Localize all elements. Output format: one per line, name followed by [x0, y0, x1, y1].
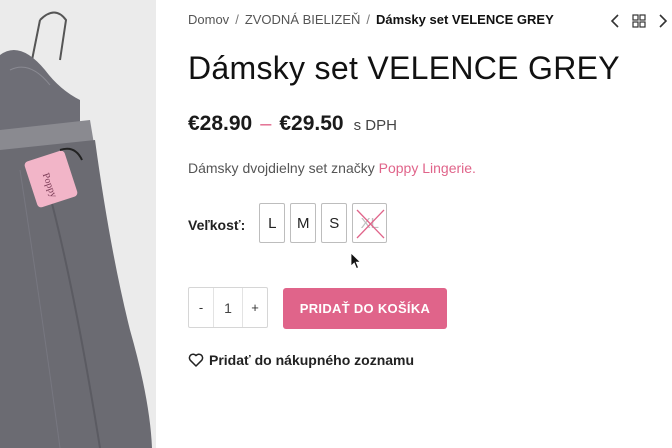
wishlist-label: Pridať do nákupného zoznamu: [209, 352, 415, 368]
add-to-wishlist-link[interactable]: Pridať do nákupného zoznamu: [188, 352, 414, 368]
price: €28.90 – €29.50 s DPH: [188, 112, 397, 136]
product-description: Dámsky dvojdielny set značky Poppy Linge…: [188, 160, 476, 176]
chevron-left-icon[interactable]: [605, 11, 625, 31]
brand-link[interactable]: Poppy Lingerie.: [379, 160, 476, 176]
description-text: Dámsky dvojdielny set značky: [188, 160, 375, 176]
price-min: €28.90: [188, 112, 253, 135]
size-selector: Veľkosť: L M S XL: [188, 203, 392, 243]
page-title: Dámsky set VELENCE GREY: [188, 50, 620, 86]
tax-note: s DPH: [353, 117, 397, 134]
breadcrumb-home-link[interactable]: Domov: [188, 12, 229, 27]
price-range-dash: –: [260, 113, 272, 135]
price-max: €29.50: [279, 112, 344, 135]
breadcrumb-separator: /: [235, 12, 239, 27]
quantity-decrease-button[interactable]: -: [189, 300, 213, 315]
breadcrumb-current: Dámsky set VELENCE GREY: [376, 12, 554, 27]
quantity-stepper: - 1 +: [188, 287, 268, 328]
breadcrumb-category-link[interactable]: ZVODNÁ BIELIZEŇ: [245, 12, 361, 27]
size-option-s[interactable]: S: [321, 203, 348, 243]
unavailable-cross-icon: [356, 209, 385, 239]
product-image[interactable]: Poppy: [0, 0, 156, 448]
heart-icon: [188, 352, 204, 368]
size-option-xl: XL: [352, 203, 388, 243]
mouse-cursor-icon: [350, 252, 362, 270]
breadcrumb-separator: /: [366, 12, 371, 27]
quantity-increase-button[interactable]: +: [243, 300, 267, 315]
chevron-right-icon[interactable]: [653, 11, 672, 31]
size-option-l[interactable]: L: [259, 203, 286, 243]
grid-icon[interactable]: [629, 11, 649, 31]
breadcrumb: Domov / ZVODNÁ BIELIZEŇ / Dámsky set VELENCE…: [188, 12, 554, 27]
add-to-cart-button[interactable]: PRIDAŤ DO KOŠÍKA: [283, 288, 447, 329]
product-navigation: [605, 11, 672, 31]
size-option-m[interactable]: M: [290, 203, 317, 243]
quantity-input[interactable]: 1: [213, 288, 243, 327]
size-label: Veľkosť:: [188, 217, 246, 233]
